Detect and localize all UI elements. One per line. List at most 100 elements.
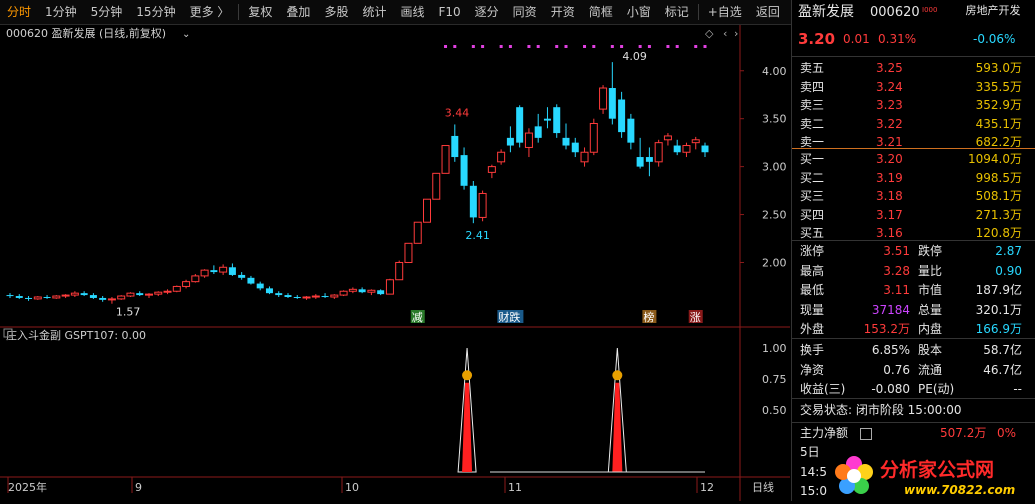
candle-body[interactable] bbox=[589, 122, 598, 153]
candle-body[interactable] bbox=[385, 279, 394, 295]
toolbar-item-9[interactable]: 画线 bbox=[393, 0, 431, 24]
candle-body[interactable] bbox=[265, 288, 273, 294]
candle-body[interactable] bbox=[423, 198, 431, 223]
candle-body[interactable] bbox=[52, 295, 61, 299]
candle-body[interactable] bbox=[543, 118, 551, 121]
candle-body[interactable] bbox=[348, 288, 357, 292]
chevron-down-icon[interactable]: ⌄ bbox=[182, 29, 190, 40]
toolbar-item-16[interactable]: 标记 bbox=[658, 0, 696, 24]
candle-body[interactable] bbox=[534, 126, 542, 138]
chevron-right-icon[interactable]: › bbox=[734, 27, 738, 40]
candle-body[interactable] bbox=[339, 290, 348, 296]
candle-body[interactable] bbox=[191, 275, 200, 283]
candle-body[interactable] bbox=[627, 118, 635, 143]
toolbar-item-11[interactable]: 逐分 bbox=[468, 0, 506, 24]
candle-body[interactable] bbox=[432, 172, 441, 200]
bids-row[interactable]: 买一 3.20 1094.0万 bbox=[792, 151, 1035, 168]
toolbar-item-18[interactable]: 返回 bbox=[749, 0, 787, 24]
candle-body[interactable] bbox=[571, 142, 579, 153]
sector-name[interactable]: 房地产开发 bbox=[962, 4, 1024, 18]
asks-row[interactable]: 卖二 3.22 435.1万 bbox=[792, 116, 1035, 133]
event-tag[interactable]: 涨 bbox=[690, 311, 701, 324]
candle-body[interactable] bbox=[145, 293, 153, 296]
candle-body[interactable] bbox=[293, 296, 301, 298]
candle-body[interactable] bbox=[654, 142, 663, 163]
bids-row[interactable]: 买二 3.19 998.5万 bbox=[792, 170, 1035, 187]
candle-body[interactable] bbox=[553, 107, 561, 134]
candle-body[interactable] bbox=[636, 157, 644, 167]
toolbar-item-3[interactable]: 15分钟 bbox=[129, 0, 182, 24]
toolbar-item-6[interactable]: 叠加 bbox=[279, 0, 317, 24]
bids-row[interactable]: 买三 3.18 508.1万 bbox=[792, 188, 1035, 205]
candle-body[interactable] bbox=[645, 157, 653, 162]
candle-body[interactable] bbox=[701, 145, 709, 153]
candle-body[interactable] bbox=[691, 139, 700, 144]
event-tag[interactable]: 榜 bbox=[643, 310, 654, 324]
candle-body[interactable] bbox=[15, 296, 23, 298]
candle-body[interactable] bbox=[80, 293, 88, 296]
period-label[interactable]: 日线 bbox=[752, 480, 774, 494]
asks-row[interactable]: 卖五 3.25 593.0万 bbox=[792, 60, 1035, 77]
candle-body[interactable] bbox=[562, 137, 570, 146]
toolbar-item-1[interactable]: 1分钟 bbox=[38, 0, 84, 24]
candle-body[interactable] bbox=[321, 296, 329, 298]
candle-body[interactable] bbox=[6, 295, 14, 297]
candle-body[interactable] bbox=[43, 296, 51, 298]
candle-body[interactable] bbox=[460, 155, 468, 186]
candle-body[interactable] bbox=[663, 135, 672, 141]
candle-body[interactable] bbox=[163, 290, 172, 293]
candle-body[interactable] bbox=[451, 135, 459, 158]
toolbar-item-4[interactable]: 更多 〉 bbox=[183, 0, 237, 24]
asks-row[interactable]: 卖三 3.23 352.9万 bbox=[792, 97, 1035, 114]
toolbar-item-2[interactable]: 5分钟 bbox=[84, 0, 130, 24]
candle-body[interactable] bbox=[478, 192, 487, 218]
candle-body[interactable] bbox=[256, 283, 264, 289]
candle-body[interactable] bbox=[404, 242, 413, 263]
candle-body[interactable] bbox=[136, 293, 144, 296]
candle-body[interactable] bbox=[172, 285, 181, 292]
candle-body[interactable] bbox=[413, 221, 422, 244]
candle-body[interactable] bbox=[25, 297, 33, 299]
toolbar-item-13[interactable]: 开资 bbox=[544, 0, 582, 24]
event-tag[interactable]: 减 bbox=[412, 311, 423, 324]
candle-body[interactable] bbox=[302, 296, 311, 299]
candle-body[interactable] bbox=[126, 292, 135, 297]
asks-row[interactable]: 卖四 3.24 335.5万 bbox=[792, 79, 1035, 96]
candle-body[interactable] bbox=[70, 292, 79, 296]
candle-body[interactable] bbox=[107, 298, 116, 301]
toolbar-item-8[interactable]: 统计 bbox=[355, 0, 393, 24]
candle-body[interactable] bbox=[367, 289, 376, 293]
candle-body[interactable] bbox=[580, 151, 589, 163]
candle-body[interactable] bbox=[377, 290, 385, 295]
candle-body[interactable] bbox=[516, 107, 524, 143]
candle-body[interactable] bbox=[608, 88, 616, 119]
toolbar-item-7[interactable]: 多股 bbox=[317, 0, 355, 24]
candle-body[interactable] bbox=[117, 295, 126, 300]
candle-body[interactable] bbox=[275, 293, 283, 296]
candle-body[interactable] bbox=[210, 270, 218, 273]
list-icon[interactable] bbox=[860, 428, 872, 440]
candle-body[interactable] bbox=[395, 261, 404, 281]
diamond-icon[interactable]: ◇ bbox=[705, 27, 714, 40]
candle-body[interactable] bbox=[99, 297, 107, 300]
candle-body[interactable] bbox=[238, 274, 246, 278]
candle-body[interactable] bbox=[89, 295, 97, 298]
candle-body[interactable] bbox=[673, 145, 681, 153]
chevron-left-icon[interactable]: ‹ bbox=[723, 27, 727, 40]
toolbar-item-5[interactable]: 复权 bbox=[241, 0, 279, 24]
kline-chart[interactable]: 000620 盈新发展 (日线,前复权) ⌄ ◇ ‹ › 4.00 3.50 3.00 2.50… bbox=[0, 25, 790, 501]
bids-row[interactable]: 买四 3.17 271.3万 bbox=[792, 207, 1035, 224]
candle-body[interactable] bbox=[469, 185, 477, 218]
candle-body[interactable] bbox=[441, 145, 450, 174]
candle-body[interactable] bbox=[228, 267, 236, 275]
candle-body[interactable] bbox=[487, 166, 496, 173]
toolbar-item-15[interactable]: 小窗 bbox=[620, 0, 658, 24]
candle-body[interactable] bbox=[497, 151, 506, 163]
candle-body[interactable] bbox=[182, 281, 191, 287]
toolbar-item-12[interactable]: 同资 bbox=[506, 0, 544, 24]
candle-body[interactable] bbox=[33, 296, 42, 300]
candle-body[interactable] bbox=[599, 87, 608, 110]
toolbar-item-10[interactable]: F10 bbox=[431, 0, 467, 24]
chart-area[interactable]: 000620 盈新发展 (日线,前复权) ⌄ ◇ ‹ › 4.00 3.50 3.00 2.50… bbox=[0, 25, 790, 501]
candle-body[interactable] bbox=[358, 289, 366, 293]
